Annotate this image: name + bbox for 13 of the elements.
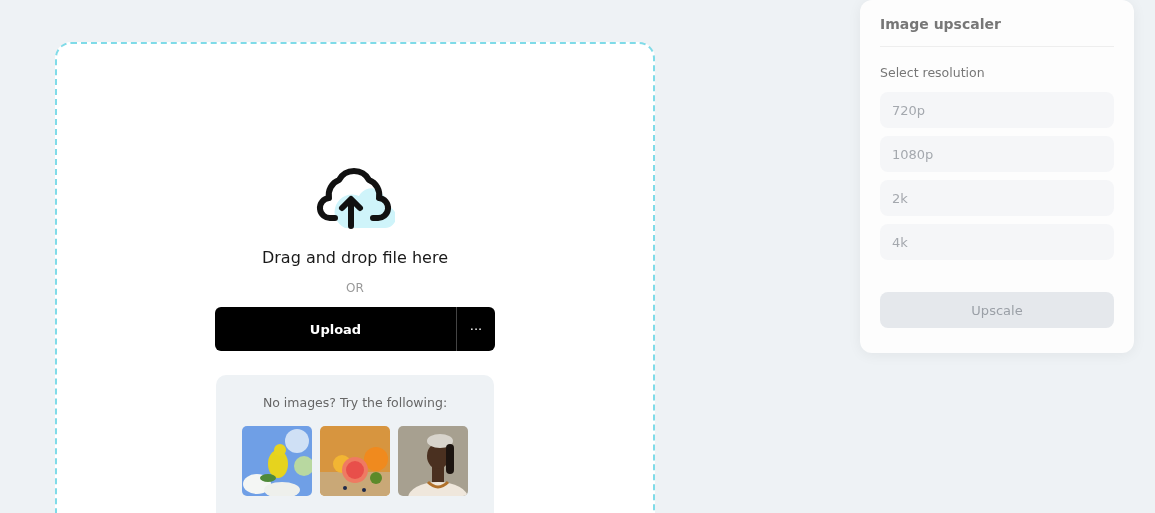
resolution-option[interactable]: 4k <box>880 224 1114 260</box>
cloud-upload-icon <box>315 168 395 232</box>
drop-title: Drag and drop file here <box>261 248 449 267</box>
dropzone[interactable]: Drag and drop file here OR Upload ··· No images? Try the following: <box>55 42 655 513</box>
panel-title: Image upscaler <box>880 16 1002 32</box>
resolution-option[interactable]: 2k <box>880 180 1114 216</box>
resolution-option[interactable]: 1080p <box>880 136 1114 172</box>
samples-prompt: No images? Try the following: <box>262 395 448 410</box>
resolution-option[interactable]: 720p <box>880 92 1114 128</box>
section-label: Select resolution <box>880 65 986 80</box>
separator-text: OR <box>346 281 364 295</box>
upload-button[interactable]: Upload <box>215 307 456 351</box>
more-button[interactable]: ··· <box>456 307 495 351</box>
